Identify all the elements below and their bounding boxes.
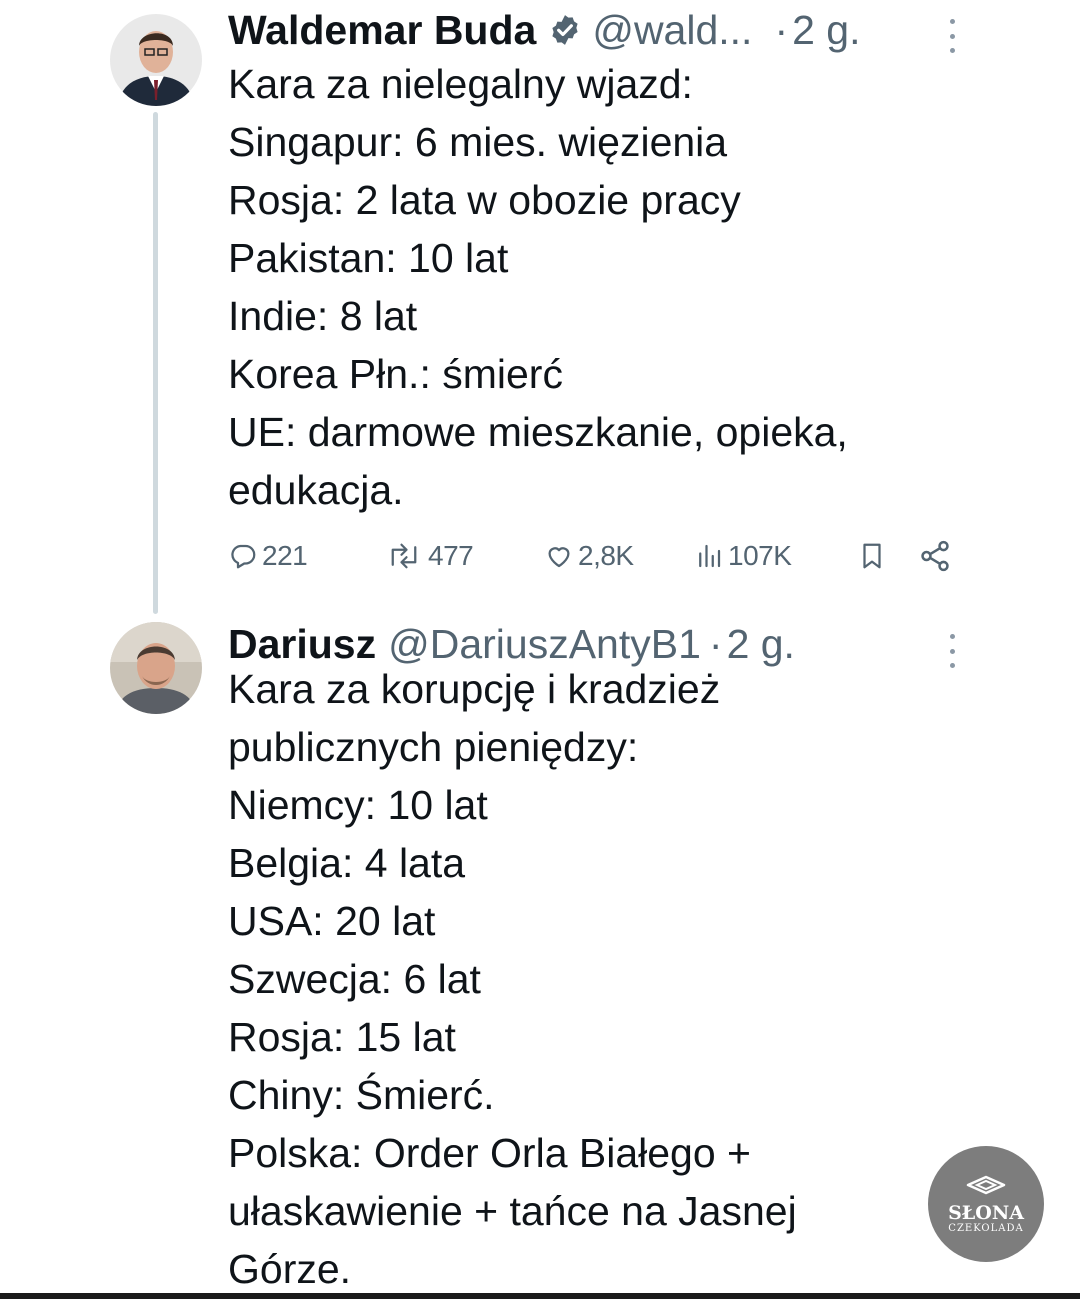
tweet-text-line: Rosja: 2 lata w obozie pracy <box>228 177 741 223</box>
reply-icon <box>231 544 256 569</box>
share-button[interactable] <box>918 536 952 576</box>
tweet-text-line: USA: 20 lat <box>228 898 436 944</box>
bookmark-icon <box>863 543 881 569</box>
tweet-header: Waldemar Buda @wald... · 2 g. <box>228 2 861 58</box>
tweet-text-line: edukacja. <box>228 467 404 513</box>
views-count: 107K <box>728 540 792 571</box>
retweet-count: 477 <box>428 540 474 571</box>
avatar[interactable] <box>110 14 202 106</box>
watermark-line-2: CZEKOLADA <box>948 1222 1024 1234</box>
tweet-actions-bar: 221 477 2,8K 107K <box>228 536 968 576</box>
bottom-border <box>0 1293 1080 1299</box>
avatar-image <box>110 622 202 714</box>
share-icon <box>921 540 949 572</box>
watermark-logo: SŁONA CZEKOLADA <box>928 1146 1044 1262</box>
retweet-button[interactable]: 477 <box>384 536 474 576</box>
tweet-text: Kara za nielegalny wjazd: Singapur: 6 mi… <box>228 55 928 519</box>
avatar[interactable] <box>110 622 202 714</box>
author-handle[interactable]: @wald... <box>592 7 752 54</box>
thread-connector-line <box>153 112 158 614</box>
header-separator: · <box>774 6 789 53</box>
tweet-dariusz[interactable]: Dariusz @DariuszAntyB1 · 2 g. Kara za ko… <box>0 610 1080 1299</box>
like-button[interactable]: 2,8K <box>544 536 634 576</box>
reply-button[interactable]: 221 <box>228 536 308 576</box>
tweet-text-line: Rosja: 15 lat <box>228 1014 456 1060</box>
tweet-text-line: Belgia: 4 lata <box>228 840 466 886</box>
tweet-text-line: Korea Płn.: śmierć <box>228 351 563 397</box>
views-button[interactable]: 107K <box>694 536 792 576</box>
reply-count: 221 <box>262 540 308 571</box>
retweet-icon <box>391 543 417 569</box>
tweet-text-line: UE: darmowe mieszkanie, opieka, <box>228 409 848 455</box>
tweet-text-line: Indie: 8 lat <box>228 293 418 339</box>
bookmark-button[interactable] <box>857 536 887 576</box>
like-count: 2,8K <box>578 540 634 571</box>
tweet-text-line: publicznych pieniędzy: <box>228 724 639 770</box>
analytics-icon <box>699 544 721 568</box>
tweet-text-line: Niemcy: 10 lat <box>228 782 488 828</box>
tweet-text-line: Singapur: 6 mies. więzienia <box>228 119 728 165</box>
tweet-waldemar-buda[interactable]: Waldemar Buda @wald... · 2 g. Kara za ni… <box>0 0 1080 614</box>
tweet-text-line: Górze. <box>228 1246 352 1292</box>
author-name[interactable]: Waldemar Buda <box>228 7 536 54</box>
heart-icon <box>548 547 570 568</box>
avatar-image <box>110 14 202 106</box>
tweet-text-line: Szwecja: 6 lat <box>228 956 481 1002</box>
tweet-text: Kara za korupcję i kradzież publicznych … <box>228 660 928 1298</box>
tweet-text-line: Kara za korupcję i kradzież <box>228 666 721 712</box>
tweet-text-line: Chiny: Śmierć. <box>228 1072 495 1118</box>
tweet-time[interactable]: 2 g. <box>792 7 860 54</box>
tweet-text-line: Pakistan: 10 lat <box>228 235 509 281</box>
tweet-text-line: Polska: Order Orla Białego + <box>228 1130 751 1176</box>
verified-badge-icon <box>548 13 582 47</box>
watermark-line-1: SŁONA <box>948 1201 1024 1224</box>
more-options-icon[interactable] <box>947 634 957 668</box>
more-options-icon[interactable] <box>947 19 957 53</box>
tweet-text-line: ułaskawienie + tańce na Jasnej <box>228 1188 797 1234</box>
chocolate-bar-icon <box>966 1175 1006 1194</box>
tweet-text-line: Kara za nielegalny wjazd: <box>228 61 693 107</box>
